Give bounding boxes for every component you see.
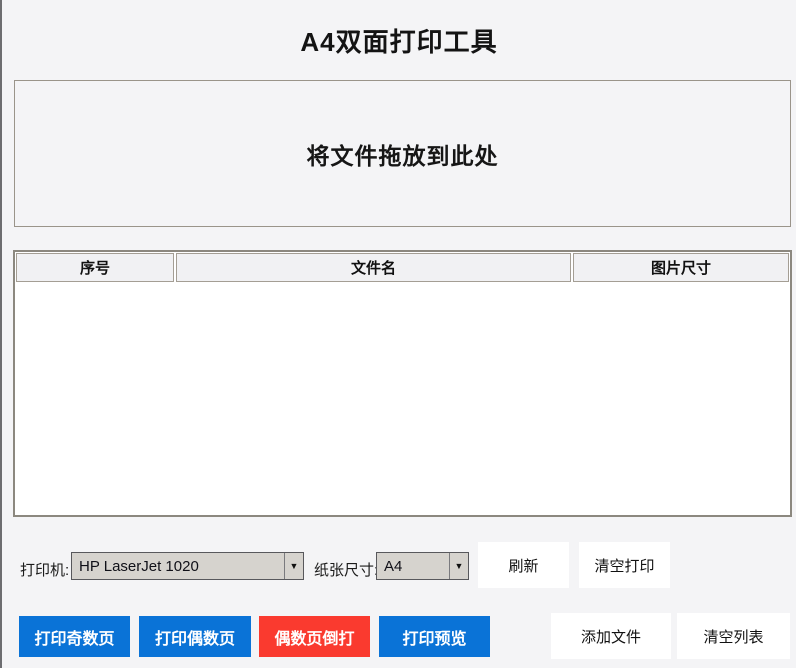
print-even-pages-button[interactable]: 打印偶数页 [139, 616, 251, 657]
paper-size-select[interactable]: A4 ▼ [376, 552, 469, 580]
refresh-button[interactable]: 刷新 [478, 542, 569, 588]
page-title: A4双面打印工具 [300, 27, 498, 57]
add-files-button[interactable]: 添加文件 [551, 613, 671, 659]
column-header-imagesize[interactable]: 图片尺寸 [573, 253, 789, 282]
print-preview-button[interactable]: 打印预览 [379, 616, 490, 657]
paper-size-selected-value: A4 [384, 557, 403, 575]
column-header-seq[interactable]: 序号 [16, 253, 174, 282]
table-body-empty[interactable] [15, 283, 790, 515]
dropzone-label: 将文件拖放到此处 [306, 142, 499, 169]
column-header-filename[interactable]: 文件名 [176, 253, 571, 282]
chevron-down-icon[interactable]: ▼ [449, 553, 468, 579]
clear-print-button[interactable]: 清空打印 [579, 542, 670, 588]
file-dropzone[interactable]: 将文件拖放到此处 [14, 80, 791, 227]
paper-size-label: 纸张尺寸: [314, 562, 379, 579]
printer-select[interactable]: HP LaserJet 1020 ▼ [71, 552, 304, 580]
printer-selected-value: HP LaserJet 1020 [79, 557, 199, 575]
printer-label: 打印机: [20, 562, 70, 579]
print-odd-pages-button[interactable]: 打印奇数页 [19, 616, 130, 657]
table-header-row: 序号 文件名 图片尺寸 [15, 252, 790, 283]
chevron-down-icon[interactable]: ▼ [284, 553, 303, 579]
clear-list-button[interactable]: 清空列表 [677, 613, 790, 659]
app-window: A4双面打印工具 将文件拖放到此处 序号 文件名 图片尺寸 打印机: HP La… [0, 0, 796, 668]
even-pages-reverse-button[interactable]: 偶数页倒打 [259, 616, 370, 657]
file-list-table[interactable]: 序号 文件名 图片尺寸 [13, 250, 792, 517]
